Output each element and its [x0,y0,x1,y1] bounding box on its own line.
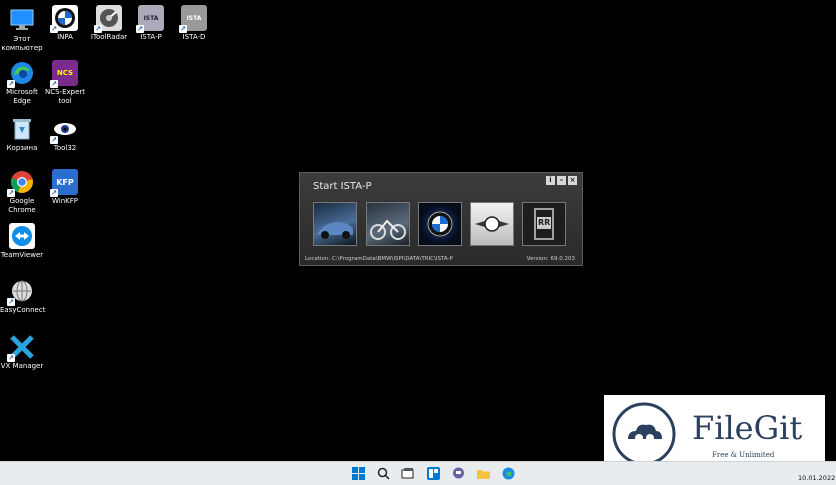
desktop-icon-label: ISTA-D [182,33,206,41]
shortcut-arrow-icon: ↗ [50,189,58,197]
filegit-name: FileGit [692,409,803,447]
desktop-icon-label: Корзина [6,144,38,152]
desktop-icon-label: Google Chrome [8,197,36,214]
desktop-icon-easyconnect[interactable]: ↗ EasyConnect [0,278,46,315]
desktop-icon-label: IToolRadar [90,33,128,41]
desktop-icon-label: INPA [57,33,73,41]
task-view-icon[interactable] [401,467,414,480]
desktop-icon-ista-p[interactable]: ISTA ↗ ISTA-P [129,5,173,42]
ista-p-dialog: Start ISTA-P i – × RR Location: C:\Progr… [299,172,583,266]
dialog-controls: i – × [546,176,577,185]
desktop-icon-label: Этот компьютер [1,35,43,52]
ncs-expert-icon: NCS ↗ [50,60,78,88]
recycle-bin-icon [9,116,35,142]
chat-icon[interactable] [452,467,465,480]
brand-tile-bmw[interactable] [418,202,462,246]
taskbar-date[interactable]: 10.01.2022 [798,474,835,482]
desktop-icon-label: EasyConnect [0,306,46,314]
desktop-icon-label: ISTA-P [140,33,162,41]
shortcut-arrow-icon: ↗ [7,298,15,306]
desktop-icon-label: Microsoft Edge [6,88,38,105]
taskbar: 10.01.2022 [0,461,836,485]
brand-tile-bmw-motorrad[interactable] [366,202,410,246]
chrome-icon: ↗ [7,169,35,197]
brand-tile-rolls-royce[interactable]: RR [522,202,566,246]
search-icon[interactable] [377,467,390,480]
filegit-tagline: Free & Unlimited [712,451,775,459]
start-windows-icon[interactable] [352,467,365,480]
shortcut-arrow-icon: ↗ [50,25,58,33]
desktop-icon-recycle-bin[interactable]: Корзина [0,116,44,153]
eye-icon: ↗ [50,116,78,144]
shortcut-arrow-icon: ↗ [50,136,58,144]
filegit-logo-icon [612,402,676,466]
shortcut-arrow-icon: ↗ [7,354,15,362]
desktop-icon-ncs-expert[interactable]: NCS ↗ NCS-Expert tool [43,60,87,106]
desktop-icon-label: VX Manager [0,362,44,370]
info-icon[interactable]: i [546,176,555,185]
desktop-icon-label: Tool32 [53,144,77,152]
brand-tile-mini[interactable] [470,202,514,246]
rolls-royce-monogram: RR [538,218,551,227]
install-location: Location: C:\ProgramData\BMW\ISPI\DATA\T… [305,256,453,262]
globe-icon: ↗ [7,278,35,306]
ista-d-icon: ISTA ↗ [179,5,207,33]
edge-taskbar-icon[interactable] [502,467,515,480]
desktop-icon-label: TeamViewer [0,251,44,259]
desktop-icon-ista-d[interactable]: ISTA ↗ ISTA-D [172,5,216,42]
version-label: Version: 69.0.203 [526,256,575,262]
shortcut-arrow-icon: ↗ [50,80,58,88]
shortcut-arrow-icon: ↗ [7,80,15,88]
brand-tile-bmw-cars[interactable] [313,202,357,246]
desktop-icon-chrome[interactable]: ↗ Google Chrome [0,169,44,215]
file-explorer-icon[interactable] [477,467,490,480]
shortcut-arrow-icon: ↗ [179,25,187,33]
desktop-icon-label: WinKFP [52,197,78,205]
teamviewer-icon [9,223,35,249]
desktop-icon-vx-manager[interactable]: ↗ VX Manager [0,334,44,371]
winkfp-icon: KFP ↗ [50,169,78,197]
desktop-icon-winkfp[interactable]: KFP ↗ WinKFP [43,169,87,206]
bmw-icon: ↗ [50,5,78,33]
widgets-icon[interactable] [427,467,440,480]
desktop-icon-tool32[interactable]: ↗ Tool32 [43,116,87,153]
vx-manager-icon: ↗ [7,334,35,362]
shortcut-arrow-icon: ↗ [7,189,15,197]
shortcut-arrow-icon: ↗ [94,25,102,33]
desktop-icon-itoolradar[interactable]: ↗ IToolRadar [87,5,131,42]
desktop-icon-label: NCS-Expert tool [44,88,86,105]
desktop-icon-this-pc[interactable]: Этот компьютер [0,7,44,53]
desktop-icon-inpa[interactable]: ↗ INPA [43,5,87,42]
radar-icon: ↗ [94,5,122,33]
computer-icon [9,7,35,33]
minimize-icon[interactable]: – [557,176,566,185]
dialog-title: Start ISTA-P [313,181,372,192]
shortcut-arrow-icon: ↗ [136,25,144,33]
desktop-icon-teamviewer[interactable]: TeamViewer [0,223,44,260]
edge-icon: ↗ [7,60,35,88]
ista-p-icon: ISTA ↗ [136,5,164,33]
close-icon[interactable]: × [568,176,577,185]
desktop-icon-edge[interactable]: ↗ Microsoft Edge [0,60,44,106]
